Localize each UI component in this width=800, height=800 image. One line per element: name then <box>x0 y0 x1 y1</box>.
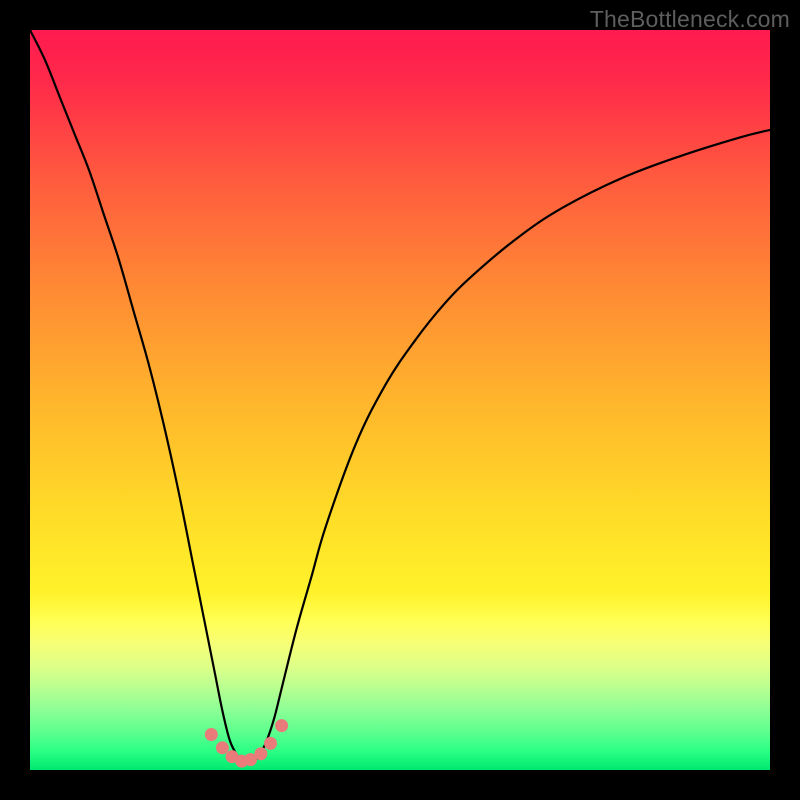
plot-area <box>30 30 770 770</box>
gradient-background <box>30 30 770 770</box>
curve-marker <box>216 741 229 754</box>
curve-marker <box>275 719 288 732</box>
bottleneck-chart <box>30 30 770 770</box>
chart-frame: TheBottleneck.com <box>0 0 800 800</box>
curve-marker <box>205 728 218 741</box>
curve-marker <box>264 737 277 750</box>
curve-marker <box>254 747 267 760</box>
watermark-text: TheBottleneck.com <box>590 6 790 33</box>
